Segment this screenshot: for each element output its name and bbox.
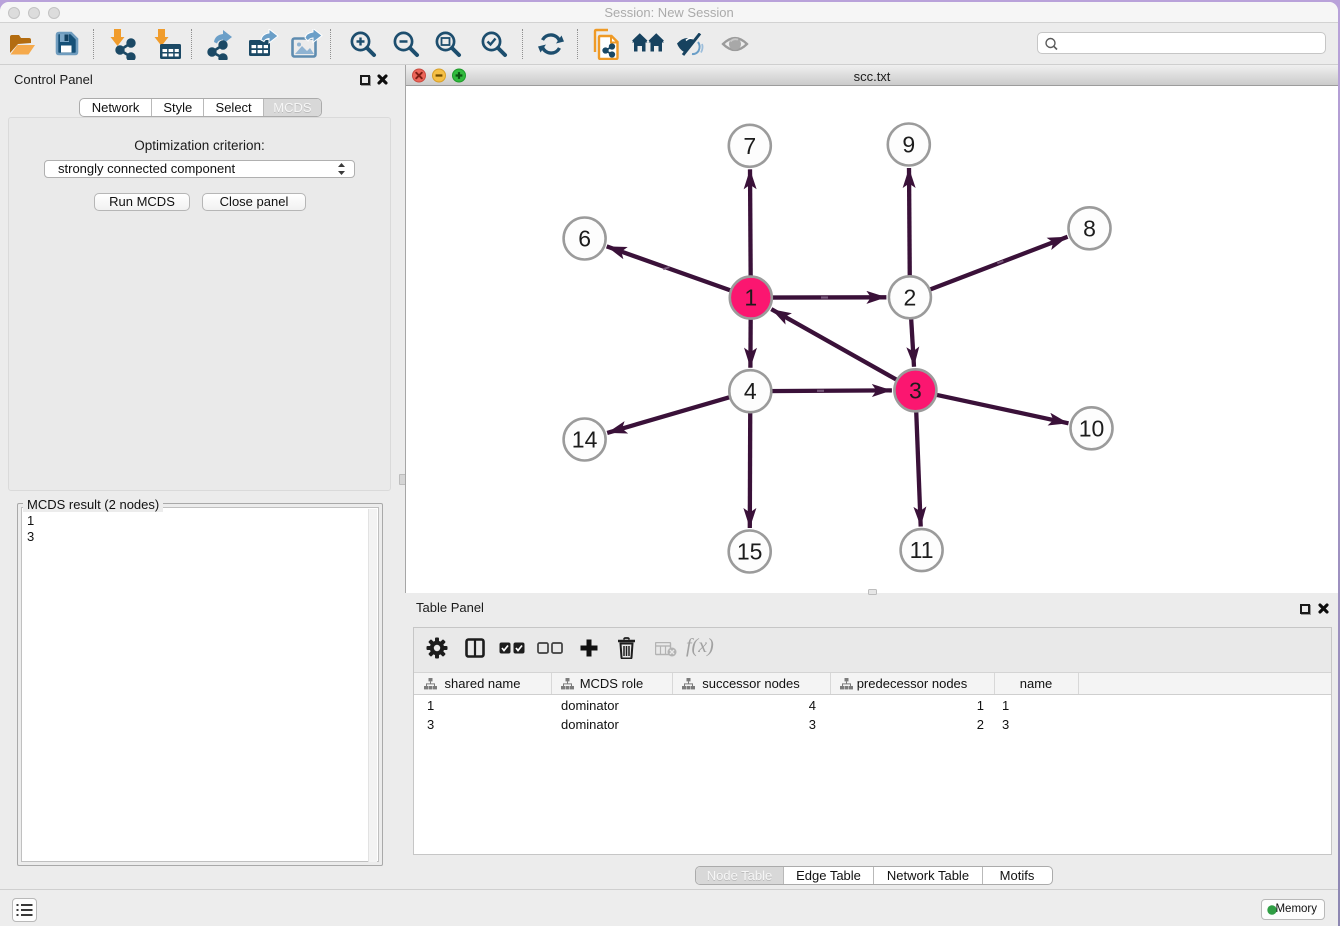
svg-text:8: 8 — [1083, 215, 1096, 241]
svg-text:6: 6 — [578, 226, 591, 252]
svg-text:15: 15 — [737, 539, 763, 565]
svg-text:4: 4 — [744, 378, 757, 404]
svg-text:11: 11 — [910, 537, 934, 563]
svg-text:3: 3 — [909, 377, 922, 403]
svg-text:7: 7 — [743, 133, 756, 159]
svg-text:14: 14 — [572, 427, 598, 453]
svg-text:9: 9 — [902, 132, 915, 158]
svg-text:2: 2 — [904, 284, 917, 310]
svg-text:1: 1 — [744, 285, 757, 311]
svg-text:10: 10 — [1079, 415, 1105, 441]
